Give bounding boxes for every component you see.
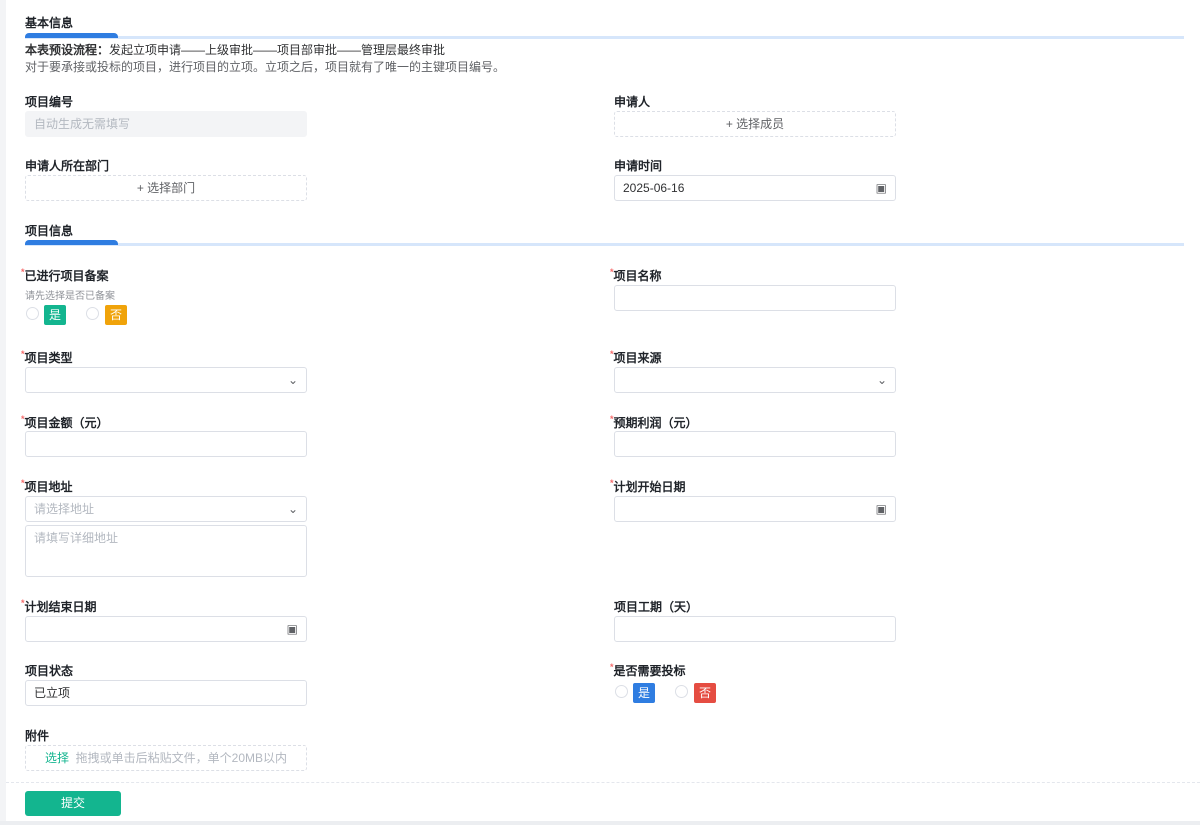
calendar-icon: ▣ bbox=[875, 181, 887, 195]
bid-yes-radio[interactable] bbox=[615, 685, 628, 698]
label-amount: *项目金额（元） bbox=[21, 414, 109, 430]
project-source-select[interactable]: ⌄ bbox=[614, 367, 896, 393]
chevron-down-icon: ⌄ bbox=[287, 502, 298, 516]
section-title-project: 项目信息 bbox=[25, 224, 74, 238]
label-applicant: 申请人 bbox=[614, 95, 651, 109]
end-date-input[interactable]: ▣ bbox=[25, 616, 307, 642]
apply-time-value: 2025-06-16 bbox=[623, 181, 685, 195]
label-project-no: 项目编号 bbox=[25, 95, 74, 109]
label-department: 申请人所在部门 bbox=[25, 159, 110, 173]
bid-yes-tag[interactable]: 是 bbox=[633, 683, 655, 703]
bid-no-tag[interactable]: 否 bbox=[694, 683, 716, 703]
label-address: *项目地址 bbox=[21, 478, 73, 494]
filed-yes-tag[interactable]: 是 bbox=[44, 305, 66, 325]
profit-input[interactable] bbox=[614, 431, 896, 457]
calendar-icon: ▣ bbox=[875, 502, 887, 516]
label-filed: *已进行项目备案 bbox=[21, 267, 109, 283]
apply-time-input[interactable]: 2025-06-16 ▣ bbox=[614, 175, 896, 201]
address-detail-textarea[interactable]: 请填写详细地址 bbox=[25, 525, 307, 577]
label-source: *项目来源 bbox=[610, 349, 662, 365]
calendar-icon: ▣ bbox=[286, 622, 298, 636]
label-attachment: 附件 bbox=[25, 729, 50, 743]
filed-yes-radio[interactable] bbox=[26, 307, 39, 320]
label-apply-time: 申请时间 bbox=[614, 159, 663, 173]
project-type-select[interactable]: ⌄ bbox=[25, 367, 307, 393]
amount-input[interactable] bbox=[25, 431, 307, 457]
flow-text: 发起立项申请——上级审批——项目部审批——管理层最终审批 bbox=[109, 43, 446, 57]
select-department-button[interactable]: + 选择部门 bbox=[25, 175, 307, 201]
upload-area[interactable]: 选择 拖拽或单击后粘贴文件，单个20MB以内 bbox=[25, 745, 307, 771]
bid-no-radio[interactable] bbox=[675, 685, 688, 698]
upload-select-link[interactable]: 选择 bbox=[45, 751, 69, 765]
flow-label: 本表预设流程： bbox=[25, 43, 110, 57]
label-profit: *预期利润（元） bbox=[610, 414, 698, 430]
section-accent-bar bbox=[25, 33, 118, 38]
label-bid: *是否需要投标 bbox=[610, 662, 686, 678]
label-status: 项目状态 bbox=[25, 664, 74, 678]
start-date-input[interactable]: ▣ bbox=[614, 496, 896, 522]
filed-hint: 请先选择是否已备案 bbox=[25, 291, 115, 302]
section-divider bbox=[25, 36, 1184, 39]
duration-input[interactable] bbox=[614, 616, 896, 642]
label-start: *计划开始日期 bbox=[610, 478, 686, 494]
filed-no-radio[interactable] bbox=[86, 307, 99, 320]
section-title-basic: 基本信息 bbox=[25, 16, 74, 30]
label-duration: 项目工期（天） bbox=[614, 600, 699, 614]
chevron-down-icon: ⌄ bbox=[876, 373, 887, 387]
label-type: *项目类型 bbox=[21, 349, 73, 365]
filed-no-tag[interactable]: 否 bbox=[105, 305, 127, 325]
submit-button[interactable]: 提交 bbox=[25, 791, 121, 816]
status-input[interactable]: 已立项 bbox=[25, 680, 307, 706]
chevron-down-icon: ⌄ bbox=[287, 373, 298, 387]
label-end: *计划结束日期 bbox=[21, 598, 97, 614]
section-divider bbox=[25, 243, 1184, 246]
bottom-border bbox=[0, 821, 1200, 825]
section-accent-bar bbox=[25, 240, 118, 245]
description: 对于要承接或投标的项目，进行项目的立项。立项之后，项目就有了唯一的主键项目编号。 bbox=[25, 60, 506, 74]
address-select[interactable]: 请选择地址 ⌄ bbox=[25, 496, 307, 522]
footer-divider bbox=[6, 782, 1200, 783]
label-name: *项目名称 bbox=[610, 267, 662, 283]
project-no-input[interactable]: 自动生成无需填写 bbox=[25, 111, 307, 137]
left-border bbox=[0, 0, 6, 825]
project-name-input[interactable] bbox=[614, 285, 896, 311]
select-member-button[interactable]: + 选择成员 bbox=[614, 111, 896, 137]
